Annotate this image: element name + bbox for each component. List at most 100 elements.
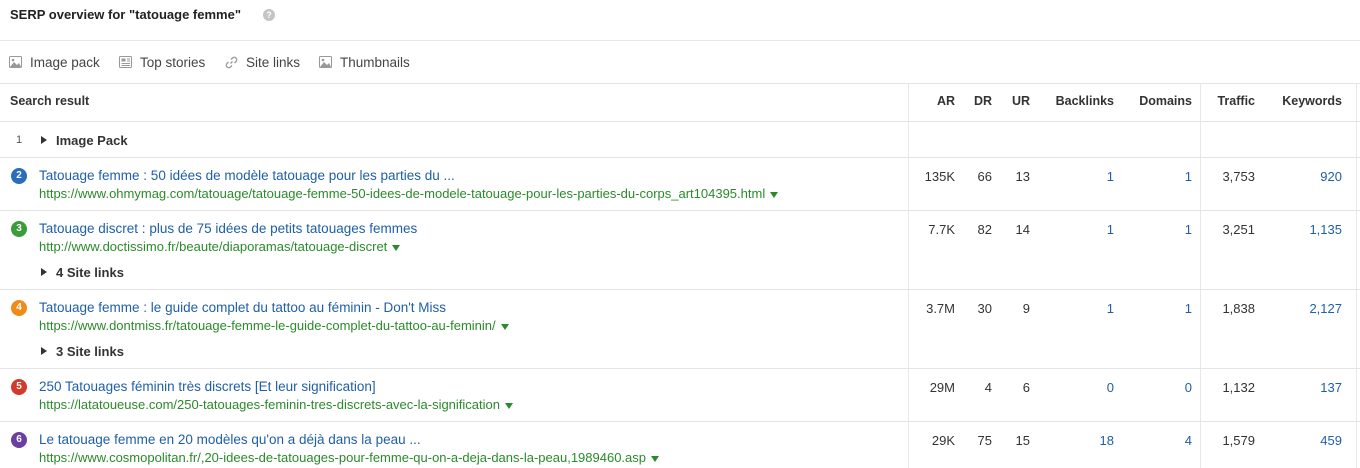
filter-top-stories[interactable]: Top stories <box>119 54 205 70</box>
keywords-value[interactable]: 459 <box>1262 433 1342 448</box>
image-pack-label: Image Pack <box>56 133 128 148</box>
dropdown-arrow-icon[interactable] <box>500 323 509 330</box>
result-title-link[interactable]: 250 Tatouages féminin très discrets [Et … <box>39 379 376 394</box>
rank-badge: 3 <box>11 221 27 237</box>
col-traffic[interactable]: Traffic <box>1200 94 1255 108</box>
rank-badge: 2 <box>11 168 27 184</box>
backlinks-value[interactable]: 1 <box>1038 222 1114 237</box>
dr-value: 82 <box>977 222 992 237</box>
filter-label: Image pack <box>30 54 100 70</box>
ar-value: 29M <box>929 380 955 395</box>
image-icon <box>9 56 22 68</box>
page-title: SERP overview for "tatouage femme" <box>10 7 241 22</box>
keywords-value[interactable]: 2,127 <box>1262 301 1342 316</box>
col-ar[interactable]: AR <box>915 94 955 108</box>
column-divider <box>1356 84 1357 468</box>
domains-value[interactable]: 1 <box>1120 169 1192 184</box>
ur-value: 9 <box>1022 301 1030 316</box>
domains-value[interactable]: 1 <box>1120 301 1192 316</box>
filter-image-pack[interactable]: Image pack <box>9 54 100 70</box>
ar-value: 7.7K <box>928 222 955 237</box>
rank-badge: 5 <box>11 379 27 395</box>
domains-value[interactable]: 1 <box>1120 222 1192 237</box>
traffic-value: 1,838 <box>1222 301 1255 316</box>
backlinks-value[interactable]: 1 <box>1038 169 1114 184</box>
traffic-value: 3,753 <box>1222 169 1255 184</box>
site-links-toggle[interactable]: 4 Site links <box>56 265 124 280</box>
result-url[interactable]: https://www.cosmopolitan.fr/,20-idees-de… <box>39 450 660 465</box>
ar-value: 135K <box>924 169 955 184</box>
result-title-link[interactable]: Tatouage discret : plus de 75 idées de p… <box>39 221 417 236</box>
table-header: Search result AR DR UR Backlinks Domains… <box>0 84 1360 122</box>
dropdown-arrow-icon[interactable] <box>392 244 401 251</box>
keywords-value[interactable]: 920 <box>1262 169 1342 184</box>
rank-number: 1 <box>16 134 23 146</box>
row-divider <box>0 289 1360 290</box>
thumbnail-icon <box>319 56 332 68</box>
filter-site-links[interactable]: Site links <box>225 54 300 70</box>
result-title-link[interactable]: Tatouage femme : 50 idées de modèle tato… <box>39 168 455 183</box>
backlinks-value[interactable]: 1 <box>1038 301 1114 316</box>
column-divider <box>908 84 909 468</box>
dr-value: 4 <box>984 380 992 395</box>
col-dr[interactable]: DR <box>960 94 992 108</box>
expand-caret-icon[interactable] <box>41 268 47 276</box>
dr-value: 66 <box>977 169 992 184</box>
ur-value: 13 <box>1015 169 1030 184</box>
dropdown-arrow-icon[interactable] <box>770 191 779 198</box>
result-url[interactable]: https://www.dontmiss.fr/tatouage-femme-l… <box>39 318 509 333</box>
traffic-value: 1,579 <box>1222 433 1255 448</box>
help-icon[interactable]: ? <box>263 9 275 21</box>
ur-value: 6 <box>1022 380 1030 395</box>
dropdown-arrow-icon[interactable] <box>505 402 513 409</box>
dropdown-arrow-icon[interactable] <box>651 455 660 462</box>
keywords-value[interactable]: 137 <box>1262 380 1342 395</box>
col-ur[interactable]: UR <box>998 94 1030 108</box>
result-url[interactable]: https://www.ohmymag.com/tatouage/tatouag… <box>39 186 779 201</box>
ar-value: 29K <box>931 433 955 448</box>
domains-value[interactable]: 0 <box>1120 380 1192 395</box>
row-divider <box>0 210 1360 211</box>
link-icon <box>225 56 238 68</box>
url-text: https://latatoueuse.com/250-tatouages-fe… <box>39 397 500 412</box>
row-divider <box>0 368 1360 369</box>
backlinks-value[interactable]: 0 <box>1038 380 1114 395</box>
url-text: http://www.doctissimo.fr/beaute/diaporam… <box>39 239 388 254</box>
col-search-result[interactable]: Search result <box>10 94 89 108</box>
ur-value: 14 <box>1015 222 1030 237</box>
filter-label: Top stories <box>140 54 206 70</box>
ar-value: 3.7M <box>926 301 955 316</box>
url-text: https://www.ohmymag.com/tatouage/tatouag… <box>39 186 766 201</box>
filter-thumbnails[interactable]: Thumbnails <box>319 54 410 70</box>
col-domains[interactable]: Domains <box>1120 94 1192 108</box>
newspaper-icon <box>119 56 132 68</box>
filter-label: Thumbnails <box>340 54 410 70</box>
result-url[interactable]: https://latatoueuse.com/250-tatouages-fe… <box>39 397 513 412</box>
result-title-link[interactable]: Le tatouage femme en 20 modèles qu'on a … <box>39 432 421 447</box>
rank-badge: 4 <box>11 300 27 316</box>
domains-value[interactable]: 4 <box>1120 433 1192 448</box>
traffic-value: 1,132 <box>1222 380 1255 395</box>
column-divider <box>1200 84 1201 468</box>
backlinks-value[interactable]: 18 <box>1038 433 1114 448</box>
expand-caret-icon[interactable] <box>41 136 47 144</box>
row-divider <box>0 421 1360 422</box>
keywords-value[interactable]: 1,135 <box>1262 222 1342 237</box>
dr-value: 30 <box>977 301 992 316</box>
ur-value: 15 <box>1015 433 1030 448</box>
row-divider <box>0 157 1360 158</box>
result-title-link[interactable]: Tatouage femme : le guide complet du tat… <box>39 300 446 315</box>
url-text: https://www.cosmopolitan.fr/,20-idees-de… <box>39 450 647 465</box>
col-keywords[interactable]: Keywords <box>1262 94 1342 108</box>
expand-caret-icon[interactable] <box>41 347 47 355</box>
serp-feature-filters: Image pack Top stories Site links Thumbn… <box>0 41 1360 84</box>
col-backlinks[interactable]: Backlinks <box>1038 94 1114 108</box>
dr-value: 75 <box>977 433 992 448</box>
serp-header: SERP overview for "tatouage femme" ? <box>0 0 1360 41</box>
traffic-value: 3,251 <box>1222 222 1255 237</box>
filter-label: Site links <box>246 54 301 70</box>
result-url[interactable]: http://www.doctissimo.fr/beaute/diaporam… <box>39 239 401 254</box>
url-text: https://www.dontmiss.fr/tatouage-femme-l… <box>39 318 496 333</box>
site-links-toggle[interactable]: 3 Site links <box>56 344 124 359</box>
rank-badge: 6 <box>11 432 27 448</box>
